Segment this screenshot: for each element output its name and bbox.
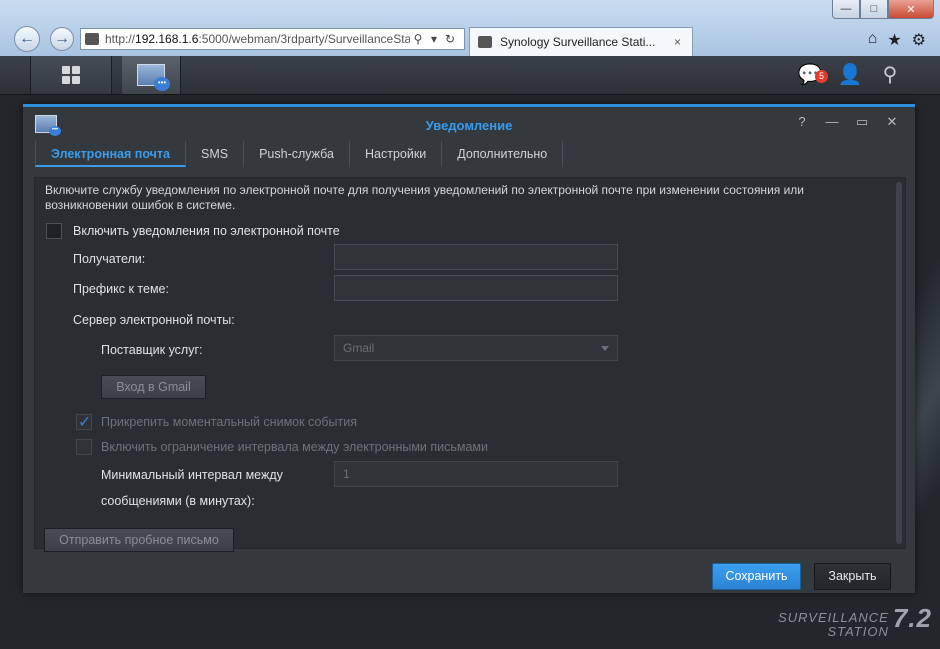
provider-label: Поставщик услуг: bbox=[101, 343, 203, 357]
user-button[interactable]: 👤 bbox=[837, 62, 863, 86]
forward-arrow-icon: → bbox=[54, 30, 70, 47]
limit-interval-checkbox[interactable] bbox=[76, 439, 92, 455]
close-icon[interactable]: ✕ bbox=[883, 114, 901, 130]
close-button[interactable]: Закрыть bbox=[814, 563, 891, 590]
min-interval-label-line2: сообщениями (в минутах): bbox=[101, 494, 255, 508]
save-button[interactable]: Сохранить bbox=[712, 563, 801, 590]
attach-snapshot-checkbox[interactable] bbox=[76, 412, 92, 432]
min-interval-input[interactable]: 1 bbox=[334, 461, 618, 487]
dialog-tabs: Электронная почта SMS Push-служба Настро… bbox=[35, 141, 564, 167]
back-button[interactable]: ← bbox=[14, 26, 40, 52]
dialog-title: Уведомление bbox=[425, 118, 513, 133]
notification-app-icon bbox=[137, 64, 170, 91]
description-text: Включите службу уведомления по электронн… bbox=[45, 183, 805, 212]
dialog-controls: ? — ▭ ✕ bbox=[793, 114, 901, 130]
forward-button[interactable]: → bbox=[50, 27, 74, 51]
tab-close-icon[interactable]: × bbox=[674, 35, 692, 49]
notification-app-button[interactable] bbox=[122, 56, 181, 94]
email-settings-panel: Включите службу уведомления по электронн… bbox=[34, 177, 906, 552]
app-bar-right-icons: 💬 5 👤 ⚲ bbox=[798, 62, 902, 86]
notification-dialog: Уведомление ? — ▭ ✕ Электронная почта SM… bbox=[23, 104, 915, 593]
provider-select-value: Gmail bbox=[343, 341, 375, 355]
surveillance-station-logo: SURVEILLANCE STATION 7.2 bbox=[778, 603, 932, 639]
tab-favicon-icon bbox=[478, 36, 492, 48]
url-text: http://192.168.1.6:5000/webman/3rdparty/… bbox=[105, 32, 410, 46]
mail-server-label: Сервер электронной почты: bbox=[73, 313, 235, 327]
attach-snapshot-label: Прикрепить моментальный снимок события bbox=[101, 415, 358, 429]
tab-sms[interactable]: SMS bbox=[186, 141, 245, 167]
address-bar[interactable]: http://192.168.1.6:5000/webman/3rdparty/… bbox=[80, 28, 465, 50]
notification-count-badge: 5 bbox=[814, 70, 828, 83]
tab-push-service[interactable]: Push-служба bbox=[244, 141, 350, 167]
tab-title: Synology Surveillance Stati... bbox=[500, 35, 656, 49]
window-close-button[interactable]: ✕ bbox=[888, 0, 934, 19]
tab-settings[interactable]: Настройки bbox=[350, 141, 443, 167]
browser-chrome: — □ ✕ ← → http://192.168.1.6:5000/webman… bbox=[0, 0, 940, 57]
tab-advanced[interactable]: Дополнительно bbox=[442, 141, 564, 167]
favorites-star-icon[interactable]: ★ bbox=[887, 30, 901, 50]
send-test-email-button[interactable]: Отправить пробное письмо bbox=[44, 528, 234, 552]
subject-prefix-input[interactable] bbox=[334, 275, 618, 301]
limit-interval-label: Включить ограничение интервала между эле… bbox=[101, 440, 489, 454]
recipients-input[interactable] bbox=[334, 244, 618, 270]
site-favicon-icon bbox=[85, 33, 99, 45]
maximize-icon[interactable]: ▭ bbox=[853, 114, 871, 130]
app-taskbar: 💬 5 👤 ⚲ bbox=[0, 56, 940, 95]
search-button[interactable]: ⚲ bbox=[878, 62, 902, 86]
back-arrow-icon: ← bbox=[19, 30, 35, 47]
minimize-icon[interactable]: — bbox=[823, 114, 841, 130]
recipients-label: Получатели: bbox=[73, 252, 146, 266]
user-icon: 👤 bbox=[837, 63, 863, 86]
gmail-login-button[interactable]: Вход в Gmail bbox=[101, 375, 206, 399]
search-icon: ⚲ bbox=[882, 63, 898, 86]
tab-email[interactable]: Электронная почта bbox=[35, 141, 186, 167]
subject-prefix-label: Префикс к теме: bbox=[73, 282, 169, 296]
help-icon[interactable]: ? bbox=[793, 114, 811, 130]
settings-gear-icon[interactable]: ⚙ bbox=[912, 30, 926, 50]
enable-email-checkbox[interactable] bbox=[46, 223, 62, 239]
window-controls: — □ ✕ bbox=[832, 0, 934, 19]
dialog-title-bar[interactable]: Уведомление ? — ▭ ✕ bbox=[23, 107, 915, 141]
main-menu-grid-icon bbox=[62, 66, 80, 84]
refresh-icon[interactable]: ↻ bbox=[442, 32, 458, 46]
enable-email-label: Включить уведомления по электронной почт… bbox=[73, 224, 340, 238]
search-icon[interactable]: ⚲ bbox=[410, 32, 426, 46]
window-maximize-button[interactable]: □ bbox=[860, 0, 888, 19]
browser-toolbar-icons: ⌂ ★ ⚙ bbox=[868, 30, 926, 50]
notifications-button[interactable]: 💬 5 bbox=[798, 62, 828, 86]
provider-select[interactable]: Gmail bbox=[334, 335, 618, 361]
browser-tab[interactable]: Synology Surveillance Stati... × bbox=[469, 27, 693, 56]
min-interval-label-line1: Минимальный интервал между bbox=[101, 468, 283, 482]
dropdown-icon[interactable]: ▾ bbox=[426, 32, 442, 46]
chevron-down-icon bbox=[601, 346, 609, 351]
window-minimize-button[interactable]: — bbox=[832, 0, 860, 19]
home-icon[interactable]: ⌂ bbox=[868, 30, 878, 50]
content-scrollbar[interactable] bbox=[896, 182, 902, 544]
main-menu-button[interactable] bbox=[30, 56, 112, 94]
